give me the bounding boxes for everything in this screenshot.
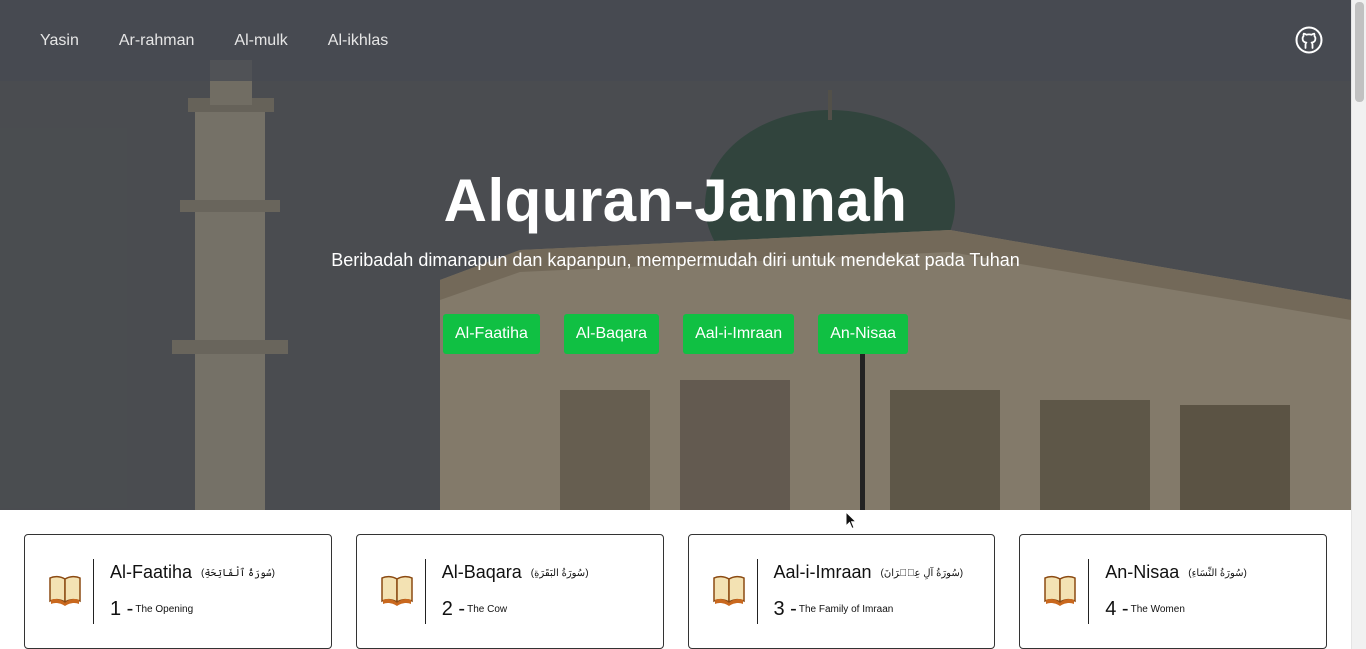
hero-button-al-faatiha[interactable]: Al-Faatiha	[442, 314, 540, 354]
surah-card-list: Al-Faatiha (سُورَةُ ٱلْفَاتِحَةِ) 1 - The …	[24, 534, 1327, 649]
surah-english-name: The Opening	[135, 604, 194, 615]
book-icon	[381, 575, 413, 606]
surah-english-name: The Cow	[467, 604, 508, 615]
nav-link-ar-rahman[interactable]: Ar-rahman	[119, 32, 195, 50]
hero-button-aal-i-imraan[interactable]: Aal-i-Imraan	[683, 314, 795, 354]
surah-name: Al-Faatiha	[110, 562, 193, 582]
navbar: Yasin Ar-rahman Al-mulk Al-ikhlas	[0, 0, 1351, 81]
hero-button-al-baqara[interactable]: Al-Baqara	[563, 314, 660, 354]
nav-link-yasin[interactable]: Yasin	[40, 32, 79, 50]
hero-title: Alquran-Jannah	[443, 167, 908, 234]
nav-link-al-ikhlas[interactable]: Al-ikhlas	[328, 32, 388, 50]
surah-arabic-name: (سُورَةُ النِّسَاءِ)	[1188, 568, 1247, 579]
surah-card[interactable]: Al-Baqara (سُورَةُ البَقَرَةِ) 2 - The Cow	[355, 534, 664, 649]
vertical-scrollbar[interactable]	[1351, 0, 1366, 649]
surah-number: 1 -	[110, 598, 134, 620]
hero-subtitle: Beribadah dimanapun dan kapanpun, memper…	[331, 250, 1020, 270]
nav-link-al-mulk[interactable]: Al-mulk	[234, 32, 287, 50]
card-divider	[1088, 559, 1090, 624]
surah-english-name: The Women	[1130, 604, 1185, 615]
book-icon	[49, 575, 81, 606]
card-divider	[756, 559, 758, 624]
scrollbar-thumb[interactable]	[1355, 2, 1364, 102]
card-divider	[424, 559, 426, 624]
page: Yasin Ar-rahman Al-mulk Al-ikhlas Alqura…	[0, 0, 1366, 649]
surah-card[interactable]: Aal-i-Imraan (سُورَةُ آلِ عِمۡرَانَ) 3 -T…	[687, 534, 996, 649]
surah-card[interactable]: Al-Faatiha (سُورَةُ ٱلْفَاتِحَةِ) 1 - The …	[24, 534, 332, 649]
github-icon[interactable]	[1295, 26, 1323, 54]
surah-name: Al-Baqara	[441, 562, 522, 582]
mouse-cursor-icon	[845, 511, 857, 530]
surah-english-name: The Family of Imraan	[798, 604, 894, 615]
surah-number: 3 -	[773, 598, 797, 620]
surah-name: Aal-i-Imraan	[773, 562, 872, 582]
surah-number: 4 -	[1105, 598, 1129, 620]
book-icon	[1044, 575, 1076, 606]
surah-arabic-name: (سُورَةُ البَقَرَةِ)	[530, 568, 589, 579]
hero-button-an-nisaa[interactable]: An-Nisaa	[818, 314, 909, 354]
surah-number: 2 -	[441, 598, 466, 620]
surah-card[interactable]: An-Nisaa (سُورَةُ النِّسَاءِ) 4 - The Wome…	[1019, 534, 1327, 649]
surah-name: An-Nisaa	[1105, 562, 1180, 582]
surah-arabic-name: (سُورَةُ آلِ عِمۡرَانَ)	[880, 568, 964, 579]
surah-arabic-name: (سُورَةُ ٱلْفَاتِحَةِ)	[201, 568, 275, 579]
hero-buttons: Al-Faatiha Al-Baqara Aal-i-Imraan An-Nis…	[0, 314, 1351, 354]
book-icon	[712, 575, 745, 606]
card-divider	[93, 559, 94, 624]
